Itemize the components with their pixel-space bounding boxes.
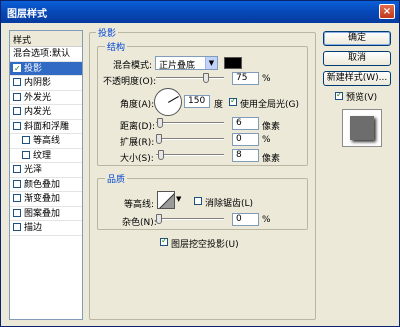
spread-slider-thumb[interactable] <box>156 134 162 144</box>
style-list-item-label: 内发光 <box>24 107 52 117</box>
preview-square <box>350 116 374 140</box>
noise-input[interactable]: 0 <box>232 213 259 226</box>
style-list: 样式 混合选项:默认投影内阴影外发光内发光斜面和浮雕等高线纹理光泽颜色叠加渐变叠… <box>9 30 83 320</box>
shadow-color-swatch[interactable] <box>224 57 242 69</box>
style-enable-checkbox[interactable] <box>13 62 21 76</box>
knockout-checkbox[interactable] <box>160 236 168 246</box>
blend-mode-label: 混合模式: <box>113 61 153 71</box>
style-list-item[interactable]: 混合选项:默认 <box>10 47 82 62</box>
style-enable-checkbox[interactable] <box>22 150 30 159</box>
style-list-item[interactable]: 颜色叠加 <box>10 178 82 192</box>
style-list-item-label: 混合选项:默认 <box>13 49 71 59</box>
opacity-input[interactable]: 75 <box>232 72 259 85</box>
style-list-item-label: 斜面和浮雕 <box>24 121 70 132</box>
noise-slider-thumb[interactable] <box>156 214 162 224</box>
style-list-item[interactable]: 描边 <box>10 221 82 236</box>
style-list-item[interactable]: 纹理 <box>10 149 82 163</box>
blend-mode-select[interactable]: 正片叠底 ▼ <box>155 56 218 71</box>
new-style-button[interactable]: 新建样式(W)... <box>323 71 391 86</box>
layer-style-dialog: 图层样式 × 样式 混合选项:默认投影内阴影外发光内发光斜面和浮雕等高线纹理光泽… <box>0 0 400 327</box>
style-list-item[interactable]: 光泽 <box>10 163 82 178</box>
style-list-item[interactable]: 外发光 <box>10 91 82 105</box>
distance-slider-thumb[interactable] <box>157 118 163 128</box>
style-list-item[interactable]: 内阴影 <box>10 76 82 91</box>
contour-label: 等高线: <box>124 200 155 210</box>
style-enable-checkbox[interactable] <box>13 78 21 86</box>
style-list-item-label: 投影 <box>24 63 43 74</box>
global-light-label: 使用全局光(G) <box>240 100 299 110</box>
style-list-header: 样式 <box>10 31 82 47</box>
style-enable-checkbox[interactable] <box>13 194 21 202</box>
spread-input[interactable]: 0 <box>232 133 259 146</box>
size-slider-thumb[interactable] <box>158 150 164 160</box>
opacity-label: 不透明度(O): <box>103 77 157 87</box>
quality-title: 品质 <box>105 172 128 185</box>
angle-dial-hand <box>168 96 179 103</box>
style-list-item[interactable]: 等高线 <box>10 134 82 149</box>
size-input[interactable]: 8 <box>232 149 259 162</box>
style-list-item-label: 外发光 <box>24 92 52 103</box>
close-button[interactable]: × <box>379 4 395 19</box>
anti-alias-checkbox[interactable] <box>194 197 202 205</box>
size-unit: 像素 <box>262 154 281 164</box>
preview-checkbox[interactable] <box>335 90 343 100</box>
chevron-down-icon: ▼ <box>205 57 217 69</box>
style-list-item-label: 纹理 <box>33 150 52 161</box>
style-list-item-label: 渐变叠加 <box>24 194 61 204</box>
opacity-unit: % <box>262 74 271 84</box>
distance-unit: 像素 <box>262 122 281 132</box>
global-light-checkbox[interactable] <box>229 96 237 106</box>
noise-label: 杂色(N): <box>122 218 157 228</box>
angle-dial[interactable] <box>154 88 182 116</box>
style-list-item[interactable]: 渐变叠加 <box>10 192 82 207</box>
blend-mode-value: 正片叠底 <box>159 61 196 71</box>
angle-input[interactable]: 150 <box>184 95 210 108</box>
angle-label: 角度(A): <box>120 100 155 110</box>
style-list-item-label: 等高线 <box>33 136 61 146</box>
style-enable-checkbox[interactable] <box>13 208 21 217</box>
spread-unit: % <box>262 135 271 145</box>
spread-label: 扩展(R): <box>120 138 155 148</box>
style-enable-checkbox[interactable] <box>13 223 21 231</box>
opacity-slider-thumb[interactable] <box>203 73 209 83</box>
style-list-item[interactable]: 斜面和浮雕 <box>10 120 82 134</box>
style-list-item-label: 图案叠加 <box>24 208 61 219</box>
title-bar: 图层样式 × <box>1 1 399 23</box>
noise-unit: % <box>262 215 271 225</box>
size-label: 大小(S): <box>120 154 154 164</box>
distance-label: 距离(D): <box>120 122 155 132</box>
preview-label: 预览(V) <box>346 93 378 103</box>
distance-input[interactable]: 6 <box>232 117 259 130</box>
style-preview <box>342 109 382 147</box>
distance-slider-track[interactable] <box>156 122 224 124</box>
structure-title: 结构 <box>105 40 128 53</box>
dialog-title: 图层样式 <box>7 9 47 20</box>
anti-alias-label: 消除锯齿(L) <box>205 199 254 209</box>
style-list-item[interactable]: 内发光 <box>10 105 82 120</box>
noise-slider-track[interactable] <box>156 218 224 220</box>
contour-picker[interactable] <box>157 191 175 209</box>
contour-curve-icon <box>159 193 174 208</box>
style-list-item-label: 内阴影 <box>24 78 52 88</box>
size-slider-track[interactable] <box>156 154 224 156</box>
style-list-item-label: 颜色叠加 <box>24 179 61 190</box>
style-enable-checkbox[interactable] <box>13 165 21 173</box>
style-enable-checkbox[interactable] <box>13 179 21 188</box>
spread-slider-track[interactable] <box>156 138 224 140</box>
style-enable-checkbox[interactable] <box>13 107 21 115</box>
knockout-label: 图层挖空投影(U) <box>171 240 239 250</box>
contour-dropdown-icon[interactable]: ▼ <box>176 195 181 203</box>
style-enable-checkbox[interactable] <box>13 92 21 101</box>
style-list-item-label: 光泽 <box>24 165 43 175</box>
opacity-slider-track[interactable] <box>156 77 224 79</box>
cancel-button[interactable]: 取消 <box>323 51 391 66</box>
style-list-item[interactable]: 投影 <box>10 61 82 76</box>
ok-button[interactable]: 确定 <box>323 31 391 46</box>
style-enable-checkbox[interactable] <box>13 121 21 130</box>
style-list-item[interactable]: 图案叠加 <box>10 207 82 221</box>
drop-shadow-title: 投影 <box>96 26 119 39</box>
style-enable-checkbox[interactable] <box>22 136 30 144</box>
angle-unit: 度 <box>214 100 224 110</box>
style-list-item-label: 描边 <box>24 223 43 233</box>
